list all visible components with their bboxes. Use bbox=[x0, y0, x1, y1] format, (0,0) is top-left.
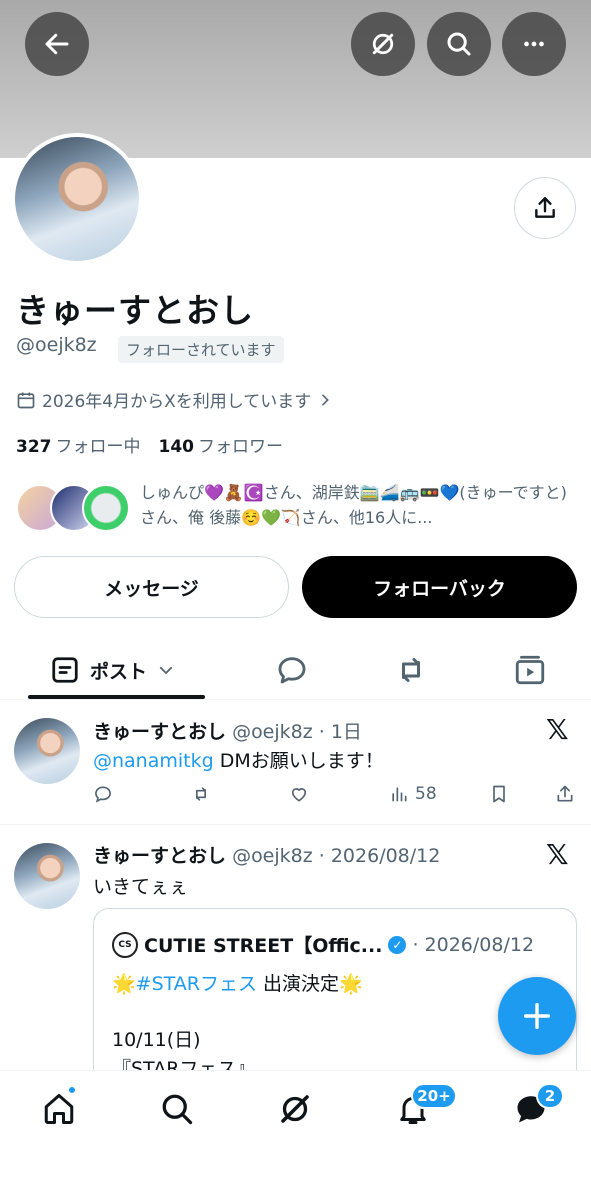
repost-button[interactable] bbox=[191, 784, 211, 804]
profile-tabs: ポスト bbox=[0, 640, 591, 700]
views-icon bbox=[392, 787, 407, 802]
compose-button[interactable] bbox=[498, 977, 576, 1055]
home-icon bbox=[44, 1094, 74, 1124]
heart-icon bbox=[291, 788, 307, 802]
like-button[interactable] bbox=[289, 784, 309, 804]
post-avatar[interactable] bbox=[14, 718, 80, 784]
reply-button[interactable] bbox=[93, 784, 113, 804]
quoted-post-date: · 2026/08/12 bbox=[412, 933, 535, 956]
more-button[interactable] bbox=[502, 12, 566, 76]
quoted-post-line: 10/11(日) bbox=[112, 1029, 201, 1051]
nav-home[interactable] bbox=[39, 1089, 79, 1129]
tab-reposts[interactable] bbox=[393, 640, 429, 700]
post-text: @nanamitkg DMお願いします！ bbox=[93, 750, 384, 772]
bottom-nav: 20+ 2 bbox=[0, 1070, 591, 1200]
views-button[interactable]: 58 bbox=[389, 784, 437, 804]
home-notification-dot bbox=[67, 1085, 77, 1095]
post-author-name: きゅーすとおし bbox=[93, 721, 227, 743]
tab-replies[interactable] bbox=[275, 640, 309, 700]
display-name: きゅーすとおし bbox=[16, 291, 254, 330]
verified-badge-icon: ✓ bbox=[388, 935, 407, 954]
follow-stats: 327 フォロー中 140 フォロワー bbox=[16, 432, 283, 457]
share-icon bbox=[557, 785, 573, 802]
grok-button[interactable] bbox=[351, 12, 415, 76]
grok-icon bbox=[281, 1095, 309, 1123]
search-button[interactable] bbox=[427, 12, 491, 76]
tab-posts[interactable]: ポスト bbox=[50, 640, 175, 700]
following-link[interactable]: 327 フォロー中 bbox=[16, 432, 141, 457]
notifications-badge: 20+ bbox=[411, 1083, 457, 1109]
back-button[interactable] bbox=[25, 12, 89, 76]
quoted-author-avatar: CS bbox=[112, 931, 138, 958]
share-icon bbox=[535, 197, 555, 218]
posts-icon bbox=[52, 657, 78, 683]
reply-icon bbox=[95, 786, 111, 803]
chevron-right-icon bbox=[322, 394, 330, 405]
post-actions: 58 bbox=[93, 784, 578, 810]
post-header: きゅーすとおし @oejk8z · 1日 bbox=[93, 717, 362, 744]
media-icon bbox=[515, 655, 545, 685]
post-meta: @oejk8z · 1日 bbox=[232, 721, 362, 743]
retweet-icon bbox=[402, 658, 420, 682]
joined-date[interactable]: 2026年4月からXを利用しています bbox=[16, 387, 333, 412]
chevron-down-icon[interactable] bbox=[157, 661, 175, 679]
followers-you-know[interactable]: しゅんぴ💜🧸☪️さん、湖岸鉄🚞🚄🚌🚥💙(きゅーですと) さん、俺 後藤☺️💚🏹さ… bbox=[16, 480, 576, 532]
search-icon bbox=[447, 32, 471, 56]
quoted-author-name: CUTIE STREET【Offic... bbox=[144, 935, 383, 957]
message-button[interactable]: メッセージ bbox=[14, 556, 289, 618]
retweet-icon bbox=[196, 787, 206, 801]
share-post-button[interactable] bbox=[555, 784, 575, 804]
x-logo-icon: 𝕏 bbox=[546, 838, 569, 871]
follower-avatar bbox=[82, 484, 130, 532]
user-handle: @oejk8z bbox=[16, 334, 97, 356]
joined-text: 2026年4月からXを利用しています bbox=[42, 392, 312, 412]
search-icon bbox=[162, 1094, 193, 1125]
follow-back-button[interactable]: フォローバック bbox=[302, 556, 577, 618]
active-tab-indicator bbox=[28, 695, 205, 699]
views-count: 58 bbox=[415, 784, 437, 804]
quoted-post-line: 🌟#STARフェス 出演決定🌟 bbox=[112, 973, 363, 995]
nav-grok[interactable] bbox=[275, 1089, 315, 1129]
post-text: いきてぇぇ bbox=[93, 876, 189, 898]
followers-link[interactable]: 140 フォロワー bbox=[159, 432, 284, 457]
more-icon bbox=[524, 41, 544, 47]
hashtag-link[interactable]: #STARフェス bbox=[136, 973, 257, 995]
tab-posts-label: ポスト bbox=[90, 660, 148, 683]
followers-you-know-text: しゅんぴ💜🧸☪️さん、湖岸鉄🚞🚄🚌🚥💙(きゅーですと) さん、俺 後藤☺️💚🏹さ… bbox=[140, 483, 567, 527]
calendar-icon bbox=[17, 392, 35, 408]
bookmark-button[interactable] bbox=[489, 784, 509, 804]
post-meta: @oejk8z · 2026/08/12 bbox=[232, 845, 441, 867]
messages-badge: 2 bbox=[536, 1083, 564, 1109]
quoted-post-header: CS CUTIE STREET【Offic... ✓ · 2026/08/12 bbox=[112, 931, 534, 958]
plus-icon bbox=[523, 1002, 551, 1030]
post-author-name: きゅーすとおし bbox=[93, 845, 227, 867]
tab-media[interactable] bbox=[513, 640, 547, 700]
arrow-left-icon bbox=[45, 33, 69, 55]
mention-link[interactable]: @nanamitkg bbox=[93, 750, 214, 772]
nav-search[interactable] bbox=[157, 1089, 197, 1129]
profile-avatar[interactable] bbox=[11, 133, 143, 265]
grok-icon bbox=[372, 33, 394, 55]
post-header: きゅーすとおし @oejk8z · 2026/08/12 bbox=[93, 841, 440, 868]
bookmark-icon bbox=[493, 785, 505, 803]
post-avatar[interactable] bbox=[14, 843, 80, 909]
follows-you-badge: フォローされています bbox=[118, 336, 284, 363]
replies-icon bbox=[278, 657, 306, 684]
share-button[interactable] bbox=[514, 177, 576, 239]
x-logo-icon: 𝕏 bbox=[546, 713, 569, 746]
